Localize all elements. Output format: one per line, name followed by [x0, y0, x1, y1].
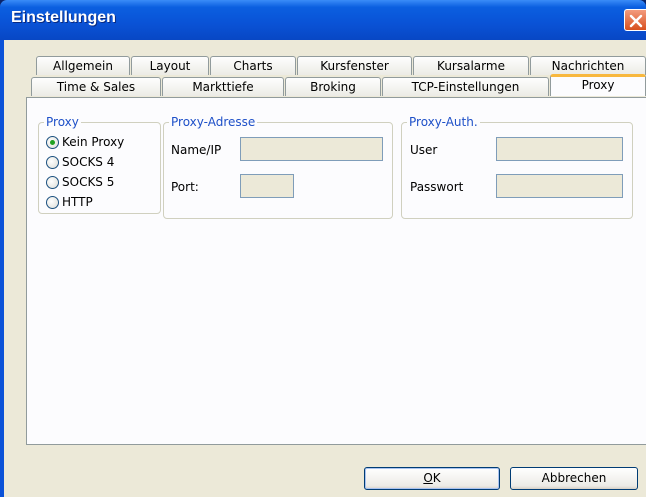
proxy-tab-panel: Proxy Kein Proxy SOCKS 4 SOCKS 5 HTTP Pr… — [26, 97, 646, 445]
tab-charts[interactable]: Charts — [210, 56, 296, 75]
user-label: User — [410, 143, 438, 157]
password-input[interactable] — [496, 174, 623, 198]
tab-kursfenster[interactable]: Kursfenster — [297, 56, 412, 75]
proxy-type-group-label: Proxy — [44, 115, 81, 129]
cancel-button[interactable]: Abbrechen — [510, 467, 638, 490]
tab-tcp-einstellungen[interactable]: TCP-Einstellungen — [382, 77, 549, 96]
radio-socks5-label: SOCKS 5 — [62, 175, 115, 189]
tab-markttiefe[interactable]: Markttiefe — [162, 77, 284, 96]
password-label: Passwort — [410, 180, 464, 194]
user-input[interactable] — [496, 137, 623, 161]
name-ip-input[interactable] — [240, 137, 383, 161]
tab-nachrichten[interactable]: Nachrichten — [530, 56, 646, 75]
tab-allgemein[interactable]: Allgemein — [36, 56, 130, 75]
close-icon — [629, 14, 643, 28]
radio-socks4-label: SOCKS 4 — [62, 155, 115, 169]
radio-http[interactable]: HTTP — [46, 194, 93, 210]
radio-http-label: HTTP — [62, 195, 93, 209]
name-ip-label: Name/IP — [171, 143, 222, 157]
port-input[interactable] — [240, 174, 294, 198]
radio-kein-proxy-label: Kein Proxy — [62, 135, 125, 149]
radio-kein-proxy[interactable]: Kein Proxy — [46, 134, 124, 150]
tab-proxy[interactable]: Proxy — [550, 74, 646, 96]
radio-socks5[interactable]: SOCKS 5 — [46, 174, 114, 190]
ok-button[interactable]: OK — [364, 467, 500, 490]
radio-kein-proxy-button[interactable] — [46, 135, 59, 149]
radio-socks5-button[interactable] — [46, 175, 59, 189]
settings-dialog: Einstellungen Allgemein Layout Charts Ku… — [0, 0, 646, 497]
tab-broking[interactable]: Broking — [285, 77, 381, 96]
proxy-address-group: Proxy-Adresse Name/IP Port: — [163, 115, 393, 219]
radio-socks4-button[interactable] — [46, 155, 59, 169]
window-title: Einstellungen — [11, 9, 116, 26]
proxy-auth-group-label: Proxy-Auth. — [407, 115, 480, 129]
radio-socks4[interactable]: SOCKS 4 — [46, 154, 114, 170]
tab-kursalarme[interactable]: Kursalarme — [413, 56, 529, 75]
proxy-address-group-label: Proxy-Adresse — [169, 115, 258, 129]
radio-http-button[interactable] — [46, 195, 59, 209]
tab-time-and-sales[interactable]: Time & Sales — [31, 77, 161, 96]
tab-layout[interactable]: Layout — [131, 56, 209, 75]
port-label: Port: — [171, 180, 199, 194]
ok-button-label: K — [432, 471, 441, 485]
proxy-type-group: Proxy Kein Proxy SOCKS 4 SOCKS 5 HTTP — [38, 115, 161, 214]
ok-button-mnemonic: O — [423, 471, 433, 485]
proxy-auth-group: Proxy-Auth. User Passwort — [401, 115, 633, 219]
title-bar[interactable]: Einstellungen — [0, 0, 646, 40]
close-button[interactable] — [624, 9, 646, 31]
